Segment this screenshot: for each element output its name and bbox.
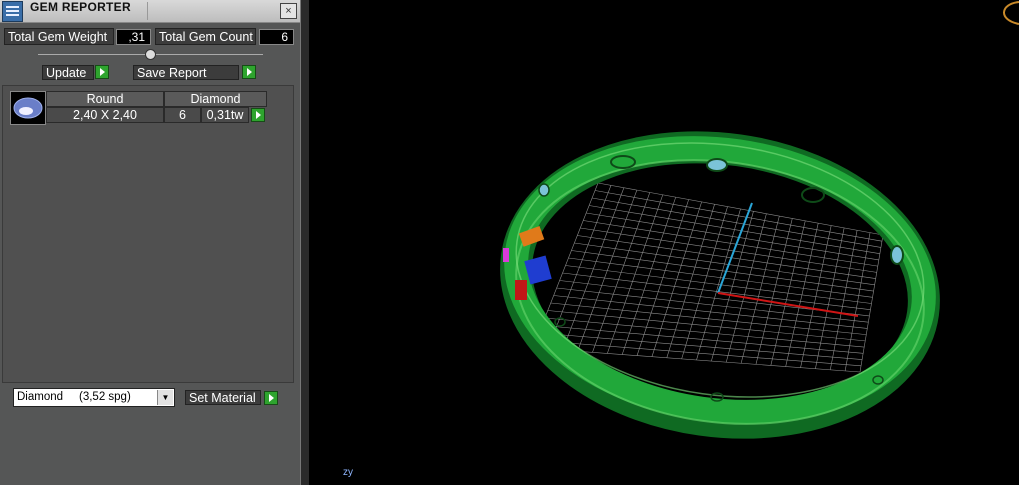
gem-thumbnail-icon[interactable] xyxy=(10,91,46,125)
ring-model xyxy=(500,131,940,439)
gem-reporter-app-icon xyxy=(2,1,23,22)
panel-splitter[interactable] xyxy=(300,0,309,485)
dropdown-arrow-icon[interactable]: ▼ xyxy=(157,390,173,405)
total-gem-weight-label: Total Gem Weight xyxy=(4,28,114,45)
panel-title: GEM REPORTER xyxy=(30,0,131,14)
grid-line xyxy=(785,223,819,367)
material-select[interactable]: Diamond (3,52 spg) ▼ xyxy=(13,388,175,407)
magenta-part xyxy=(503,248,509,262)
ground-grid xyxy=(532,182,884,373)
total-gem-count-label: Total Gem Count xyxy=(155,28,256,45)
grid-line xyxy=(844,232,871,371)
slider-handle[interactable] xyxy=(145,49,156,60)
grid-line xyxy=(589,205,880,254)
grid-line xyxy=(829,230,858,370)
close-icon[interactable]: × xyxy=(280,3,297,19)
gem-seat xyxy=(801,187,825,203)
material-select-value: Diamond (3,52 spg) xyxy=(17,391,131,403)
grid-line xyxy=(740,216,780,364)
gem-shape-header: Round xyxy=(46,91,164,107)
gem-type-header: Diamond xyxy=(164,91,267,107)
gem-seat xyxy=(706,158,728,172)
x-axis-line xyxy=(717,292,859,317)
gem-reporter-panel: GEM REPORTER × Total Gem Weight ,31 Tota… xyxy=(0,0,300,485)
3d-viewport[interactable] xyxy=(309,0,1019,485)
gem-list xyxy=(2,85,294,383)
grid-line xyxy=(755,218,793,365)
corner-object xyxy=(1003,1,1019,25)
save-report-button[interactable]: Save Report xyxy=(133,65,239,80)
grid-line xyxy=(815,227,845,369)
set-material-button[interactable]: Set Material xyxy=(185,390,261,405)
gem-count-cell: 6 xyxy=(164,107,201,123)
total-gem-count-value: 6 xyxy=(259,29,294,45)
panel-titlebar[interactable]: GEM REPORTER × xyxy=(0,0,300,23)
gem-seat xyxy=(538,183,550,197)
gem-size-cell: 2,40 X 2,40 xyxy=(46,107,164,123)
grid-line xyxy=(770,220,806,366)
title-separator xyxy=(147,2,148,20)
total-gem-weight-value: ,31 xyxy=(116,29,151,45)
gem-seat xyxy=(890,245,904,265)
play-arrow-icon[interactable] xyxy=(95,65,109,79)
play-arrow-icon[interactable] xyxy=(251,108,265,122)
gem-weight-cell: 0,31tw xyxy=(201,107,249,123)
play-arrow-icon[interactable] xyxy=(264,391,278,405)
grid-line xyxy=(592,197,881,248)
grid-line xyxy=(800,225,832,368)
red-part xyxy=(515,280,527,300)
play-arrow-icon[interactable] xyxy=(242,65,256,79)
grid-line xyxy=(859,234,884,373)
update-button[interactable]: Update xyxy=(42,65,94,80)
viewport-canvas xyxy=(500,1,1019,439)
viewport-axis-label: zy xyxy=(343,467,353,478)
